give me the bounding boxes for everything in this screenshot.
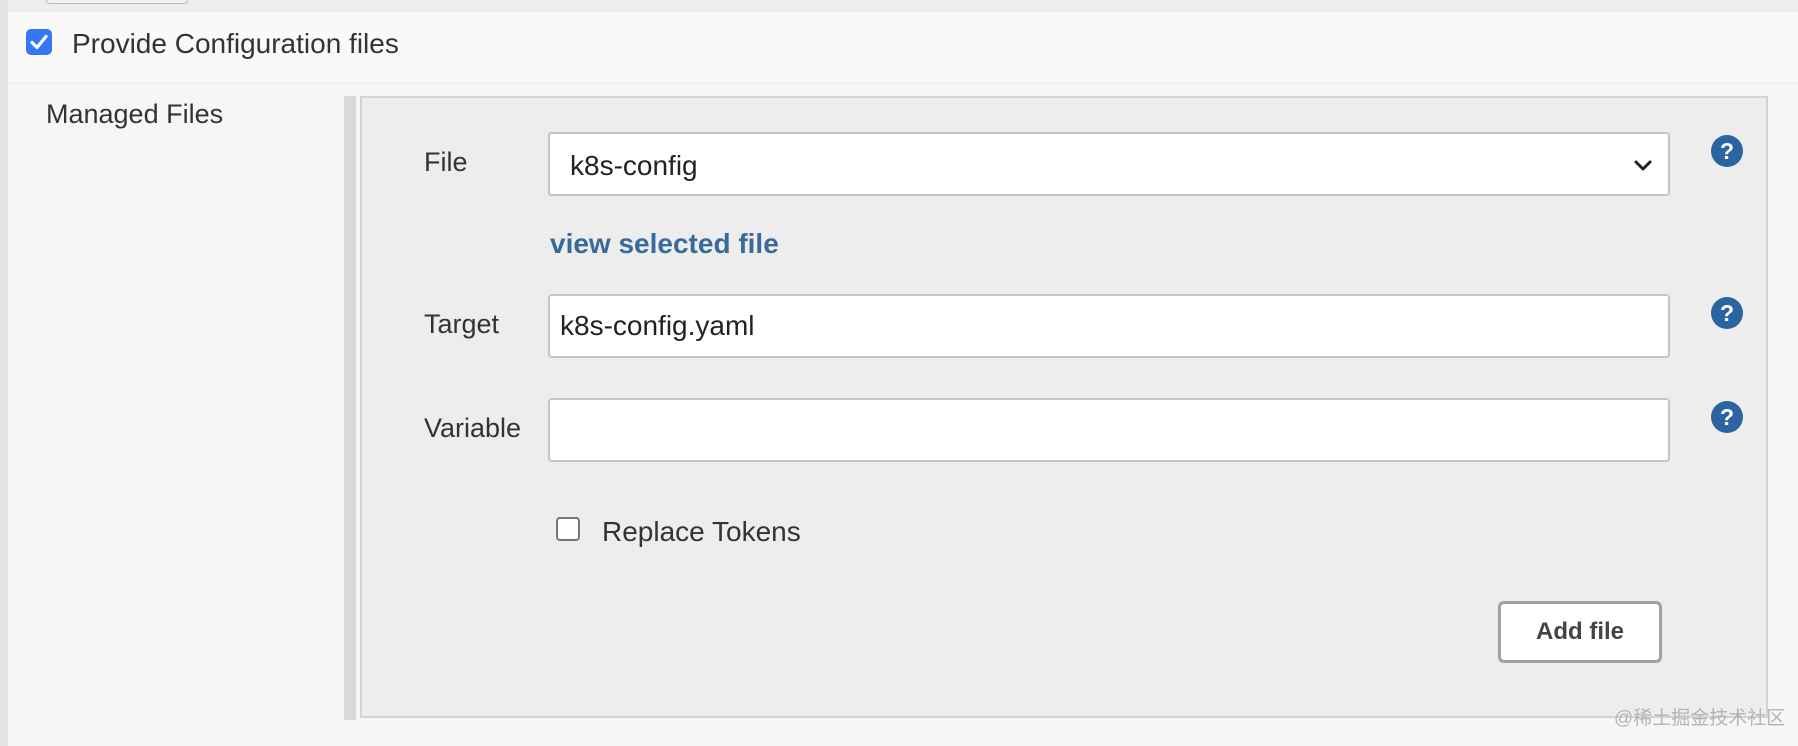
top-strip xyxy=(8,0,1798,12)
provide-config-label: Provide Configuration files xyxy=(72,28,399,59)
add-file-button[interactable]: Add file xyxy=(1498,601,1662,663)
svg-text:?: ? xyxy=(1720,404,1734,430)
checkmark-icon xyxy=(30,34,48,50)
target-input[interactable] xyxy=(548,294,1670,358)
top-tab-edge xyxy=(46,0,188,4)
variable-label: Variable xyxy=(424,413,522,443)
variable-input[interactable] xyxy=(548,398,1670,462)
help-icon[interactable]: ? xyxy=(1710,296,1744,330)
svg-text:?: ? xyxy=(1720,300,1734,326)
replace-tokens-checkbox[interactable] xyxy=(556,517,580,541)
view-selected-file-link[interactable]: view selected file xyxy=(550,228,779,260)
svg-text:?: ? xyxy=(1720,138,1734,164)
chevron-down-icon xyxy=(1634,160,1652,171)
replace-tokens-label: Replace Tokens xyxy=(602,516,801,547)
help-icon[interactable]: ? xyxy=(1710,400,1744,434)
file-select-value: k8s-config xyxy=(570,150,698,181)
section-bar xyxy=(344,96,356,720)
help-icon[interactable]: ? xyxy=(1710,134,1744,168)
managed-files-label: Managed Files xyxy=(46,99,224,129)
file-select[interactable]: k8s-config xyxy=(548,132,1670,196)
watermark: @稀土掘金技术社区 xyxy=(1614,708,1786,729)
target-label: Target xyxy=(424,309,500,339)
file-label: File xyxy=(424,147,468,177)
left-edge xyxy=(0,0,8,746)
provide-config-checkbox[interactable] xyxy=(26,29,52,55)
